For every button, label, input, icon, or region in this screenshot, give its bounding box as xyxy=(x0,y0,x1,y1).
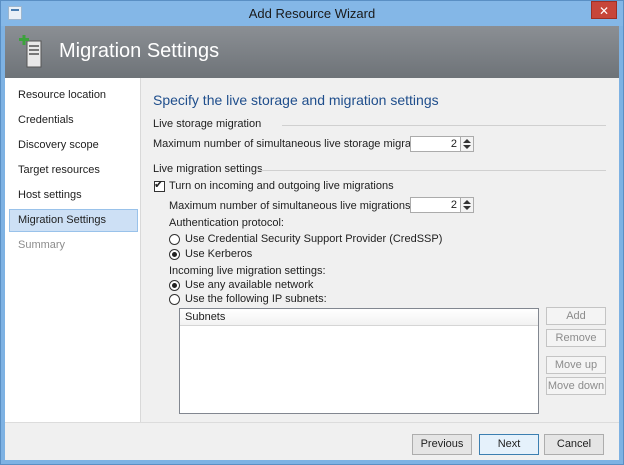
section-heading: Specify the live storage and migration s… xyxy=(153,92,439,108)
nav-item-migration-settings[interactable]: Migration Settings xyxy=(9,209,138,232)
any-network-label[interactable]: Use any available network xyxy=(185,279,313,291)
enable-live-migration-checkbox[interactable]: ✔ xyxy=(154,179,165,192)
title-bar: Add Resource Wizard ✕ xyxy=(1,1,623,26)
subnets-column-header[interactable]: Subnets xyxy=(180,309,538,326)
any-network-radio[interactable] xyxy=(169,280,180,291)
close-button[interactable]: ✕ xyxy=(591,1,617,19)
stepper-value: 2 xyxy=(450,138,457,150)
stepper-value: 2 xyxy=(450,199,457,211)
arrow-down-icon[interactable] xyxy=(463,206,471,210)
ip-subnets-label[interactable]: Use the following IP subnets: xyxy=(185,293,327,305)
wizard-footer: Previous Next Cancel xyxy=(5,422,619,460)
main-panel: Specify the live storage and migration s… xyxy=(142,78,619,422)
max-live-migrations-stepper[interactable]: 2 xyxy=(410,197,474,213)
credssp-label[interactable]: Use Credential Security Support Provider… xyxy=(185,233,442,245)
arrow-up-icon[interactable] xyxy=(463,200,471,204)
previous-button[interactable]: Previous xyxy=(412,434,472,455)
max-live-migrations-label: Maximum number of simultaneous live migr… xyxy=(169,200,414,212)
stepper-arrows[interactable] xyxy=(460,198,473,212)
server-add-icon xyxy=(19,35,42,68)
wizard-content: Resource location Credentials Discovery … xyxy=(5,78,619,460)
kerberos-label[interactable]: Use Kerberos xyxy=(185,248,252,260)
wizard-header: Migration Settings xyxy=(5,26,619,78)
nav-item-discovery-scope[interactable]: Discovery scope xyxy=(9,134,138,157)
nav-item-summary: Summary xyxy=(18,239,66,251)
stepper-arrows[interactable] xyxy=(460,137,473,151)
page-title: Migration Settings xyxy=(59,40,220,62)
storage-section-label: Live storage migration xyxy=(153,118,262,130)
kerberos-radio[interactable] xyxy=(169,249,180,260)
nav-item-resource-location[interactable]: Resource location xyxy=(9,84,138,107)
enable-live-migration-label[interactable]: Turn on incoming and outgoing live migra… xyxy=(169,180,394,192)
wizard-window: Add Resource Wizard ✕ Migration Settings… xyxy=(0,0,624,465)
cancel-button[interactable]: Cancel xyxy=(544,434,604,455)
live-section-label: Live migration settings xyxy=(153,163,263,175)
wizard-nav: Resource location Credentials Discovery … xyxy=(5,78,141,422)
nav-item-host-settings[interactable]: Host settings xyxy=(9,184,138,207)
window-title: Add Resource Wizard xyxy=(248,6,376,21)
arrow-up-icon[interactable] xyxy=(463,139,471,143)
credssp-radio[interactable] xyxy=(169,234,180,245)
nav-item-target-resources[interactable]: Target resources xyxy=(9,159,138,182)
auth-protocol-label: Authentication protocol: xyxy=(169,217,284,229)
move-up-button[interactable]: Move up xyxy=(546,356,606,374)
remove-subnet-button[interactable]: Remove xyxy=(546,329,606,347)
checkmark-icon: ✔ xyxy=(154,179,164,191)
ip-subnets-radio[interactable] xyxy=(169,294,180,305)
arrow-down-icon[interactable] xyxy=(463,145,471,149)
move-down-button[interactable]: Move down xyxy=(546,377,606,395)
incoming-settings-label: Incoming live migration settings: xyxy=(169,265,326,277)
next-button[interactable]: Next xyxy=(479,434,539,455)
divider xyxy=(282,125,606,126)
add-subnet-button[interactable]: Add xyxy=(546,307,606,325)
subnets-list[interactable]: Subnets xyxy=(179,308,539,414)
nav-item-credentials[interactable]: Credentials xyxy=(9,109,138,132)
max-storage-migrations-stepper[interactable]: 2 xyxy=(410,136,474,152)
max-storage-migrations-label: Maximum number of simultaneous live stor… xyxy=(153,138,438,150)
divider xyxy=(256,170,606,171)
